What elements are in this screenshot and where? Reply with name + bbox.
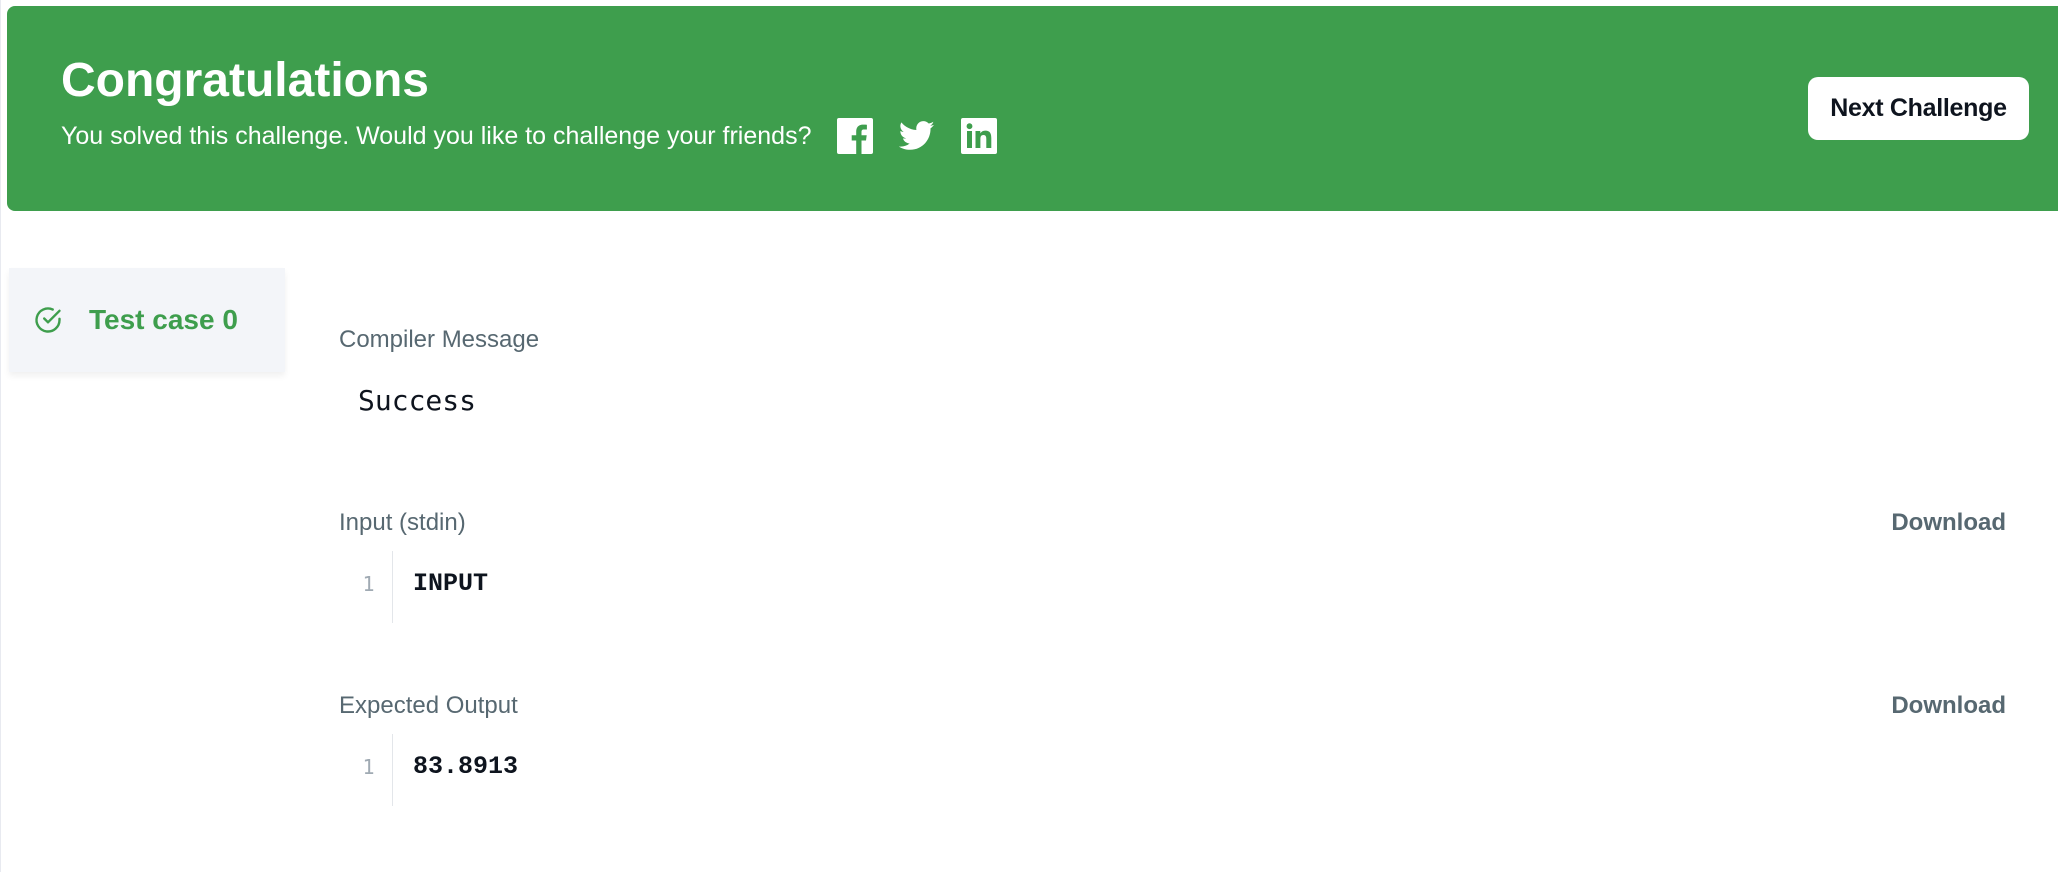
expected-output-label: Expected Output: [339, 692, 518, 719]
compiler-message-label: Compiler Message: [339, 326, 540, 353]
facebook-icon[interactable]: [837, 118, 874, 154]
check-circle-icon: [35, 307, 61, 333]
twitter-icon[interactable]: [899, 118, 935, 154]
banner-subtitle-row: You solved this challenge. Would you lik…: [61, 116, 998, 156]
expected-output-code-block: 1 83.8913: [339, 734, 2009, 806]
test-case-tab[interactable]: Test case 0: [9, 268, 285, 372]
test-case-label: Test case 0: [89, 304, 238, 335]
next-challenge-button[interactable]: Next Challenge: [1808, 77, 2029, 140]
compiler-message-text: Success: [358, 384, 477, 417]
input-download-link[interactable]: Download: [1891, 508, 2006, 538]
input-line-text: INPUT: [413, 569, 489, 598]
input-code-block: 1 INPUT: [339, 551, 2009, 623]
line-number: 1: [339, 734, 393, 806]
line-number: 1: [339, 551, 393, 623]
banner-subtitle: You solved this challenge. Would you lik…: [61, 122, 812, 150]
banner-title: Congratulations: [61, 54, 429, 107]
page: Congratulations You solved this challeng…: [0, 0, 2058, 872]
input-label: Input (stdin): [339, 509, 466, 536]
success-banner: Congratulations You solved this challeng…: [7, 6, 2058, 211]
expected-output-line-text: 83.8913: [413, 752, 519, 781]
expected-output-download-link[interactable]: Download: [1891, 691, 2006, 721]
linkedin-icon[interactable]: [961, 118, 998, 154]
